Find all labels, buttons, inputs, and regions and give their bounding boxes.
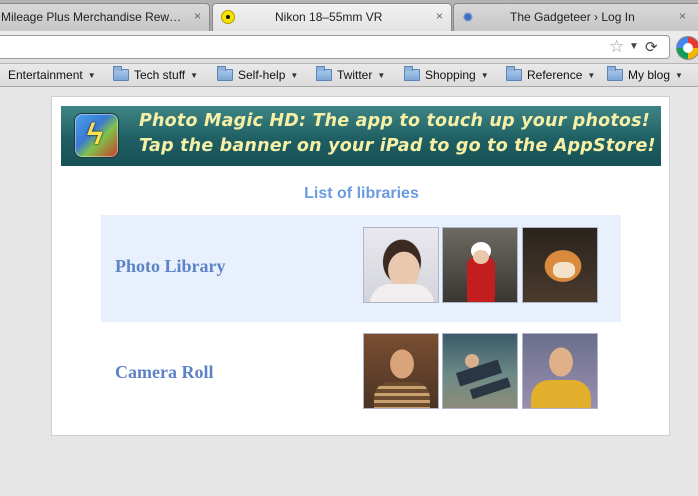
tab-title: The Gadgeteer › Log In	[510, 10, 635, 24]
close-icon[interactable]: ×	[679, 9, 686, 23]
bookmark-label: Self-help	[238, 68, 286, 82]
chevron-down-icon[interactable]: ▼	[629, 41, 639, 52]
folder-icon	[607, 66, 623, 81]
chevron-down-icon: ▼	[587, 71, 596, 80]
bookmarks-bar: Entertainment ▼ Tech stuff ▼ Self-help ▼ Tw…	[0, 64, 698, 87]
folder-icon	[316, 66, 332, 81]
folder-icon	[506, 66, 522, 81]
folder-icon	[217, 66, 233, 81]
chevron-down-icon: ▼	[87, 71, 96, 80]
bookmark-label: Tech stuff	[134, 68, 186, 82]
bookmark-self-help[interactable]: Self-help ▼	[217, 66, 299, 82]
bookmark-label: Entertainment	[8, 68, 83, 82]
bookmark-star-icon[interactable]: ☆	[609, 37, 624, 57]
bookmark-label: Shopping	[425, 68, 476, 82]
photo-thumbnail[interactable]	[442, 333, 518, 409]
bookmark-entertainment[interactable]: Entertainment ▼	[8, 68, 96, 82]
library-label: Camera Roll	[115, 362, 214, 382]
photo-magic-app-icon: ϟ	[74, 113, 119, 158]
gear-icon: ✹	[462, 9, 474, 25]
photo-thumbnail[interactable]	[363, 227, 439, 303]
google-icon[interactable]	[676, 36, 698, 60]
bookmark-label: My blog	[628, 68, 671, 82]
library-row-camera-roll[interactable]: Camera Roll	[101, 321, 621, 428]
libraries-heading: List of libraries	[304, 185, 419, 202]
lightning-bolt-icon: ϟ	[87, 118, 103, 151]
photo-thumbnail[interactable]	[522, 227, 598, 303]
photo-thumbnail[interactable]	[522, 333, 598, 409]
bookmark-shopping[interactable]: Shopping ▼	[404, 66, 489, 82]
bookmark-tech-stuff[interactable]: Tech stuff ▼	[113, 66, 199, 82]
chevron-down-icon: ▼	[377, 71, 386, 80]
tab-strip: Mileage Plus Merchandise Rew… × Nikon 18…	[0, 0, 698, 31]
banner-headline: Photo Magic HD: The app to touch up your…	[139, 111, 650, 131]
photo-thumbnail[interactable]	[442, 227, 518, 303]
tab-nikon[interactable]: Nikon 18–55mm VR ×	[212, 3, 452, 31]
bookmark-my-blog[interactable]: My blog ▼	[607, 66, 683, 82]
library-label: Photo Library	[115, 256, 226, 276]
reload-icon[interactable]: ⟳	[645, 38, 658, 56]
chevron-down-icon: ▼	[290, 71, 299, 80]
bookmark-label: Reference	[527, 68, 583, 82]
close-icon[interactable]: ×	[436, 9, 443, 23]
close-icon[interactable]: ×	[194, 9, 201, 23]
chevron-down-icon: ▼	[190, 71, 199, 80]
folder-icon	[113, 66, 129, 81]
tab-title: Nikon 18–55mm VR	[275, 10, 383, 24]
bookmark-reference[interactable]: Reference ▼	[506, 66, 596, 82]
banner-subline: Tap the banner on your iPad to go to the…	[139, 136, 656, 156]
tab-mileage-plus[interactable]: Mileage Plus Merchandise Rew… ×	[0, 3, 210, 31]
browser-toolbar: ☆ ▼ ⟳	[0, 31, 698, 64]
app-promo-banner[interactable]: ϟ Photo Magic HD: The app to touch up yo…	[61, 106, 661, 166]
tab-gadgeteer[interactable]: ✹ The Gadgeteer › Log In ×	[453, 3, 698, 31]
photo-thumbnail[interactable]	[363, 333, 439, 409]
library-row-photo-library[interactable]: Photo Library	[101, 215, 621, 322]
chevron-down-icon: ▼	[480, 71, 489, 80]
address-bar[interactable]: ☆ ▼ ⟳	[0, 35, 670, 59]
bookmark-label: Twitter	[337, 68, 373, 82]
chevron-down-icon: ▼	[675, 71, 683, 80]
bookmark-twitter[interactable]: Twitter ▼	[316, 66, 386, 82]
tab-title: Mileage Plus Merchandise Rew…	[1, 10, 181, 24]
folder-icon	[404, 66, 420, 81]
yellow-dot-icon	[221, 10, 235, 24]
page-card: ϟ Photo Magic HD: The app to touch up yo…	[51, 96, 670, 436]
